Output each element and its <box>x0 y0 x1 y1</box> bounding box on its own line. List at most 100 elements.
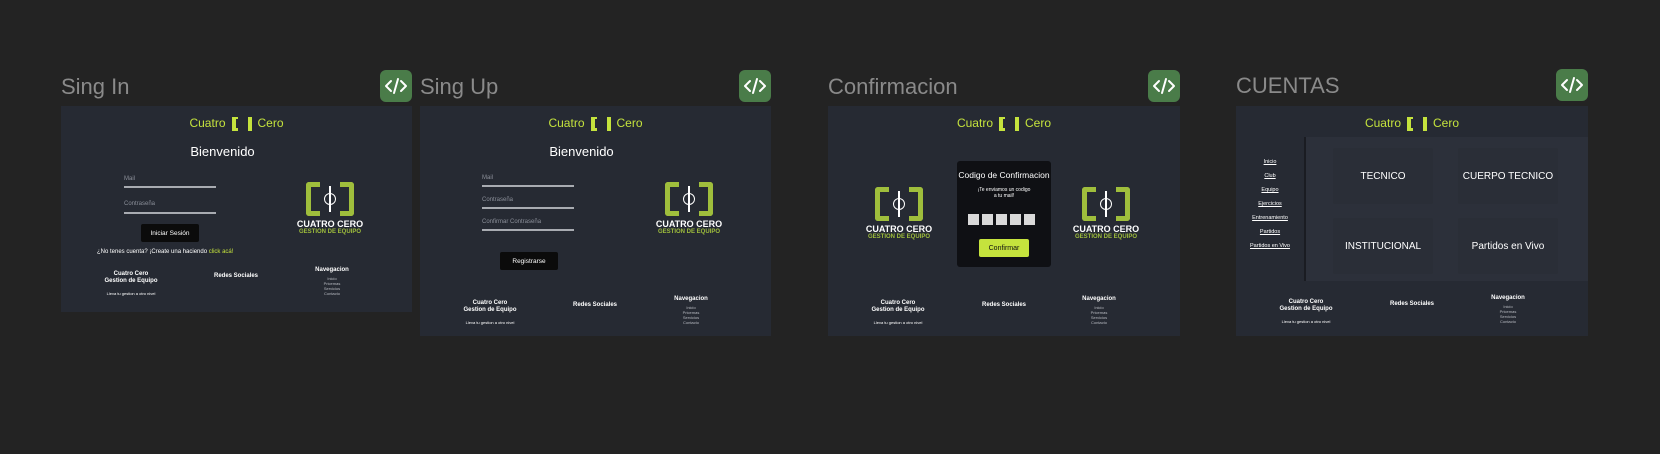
frame-sign-up: Sing Up Cuatro Cero Bienvenido Mail Contr… <box>420 70 771 336</box>
footer-brand: Cuatro Cero Gestion de Equipo <box>450 300 530 314</box>
brand-header: Cuatro Cero <box>61 116 412 131</box>
footer: Cuatro Cero Gestion de Equipo Lleva tu ge… <box>828 296 1180 336</box>
code-icon <box>1153 78 1175 94</box>
screen: Cuatro Cero Bienvenido Mail Contraseña Co… <box>420 106 771 336</box>
code-digit-input[interactable] <box>968 214 979 225</box>
sidebar-item-entrenamiento[interactable]: Entrenamiento <box>1236 215 1304 221</box>
footer-brand: Cuatro Cero Gestion de Equipo <box>91 271 171 285</box>
brand-left: Cuatro <box>1364 116 1401 130</box>
brackets-icon <box>1407 116 1427 131</box>
footer-brand-line2: Gestion de Equipo <box>871 307 925 313</box>
frame-title[interactable]: Sing In <box>61 74 130 100</box>
frame-confirmation: Confirmacion Cuatro Cero CUATRO CERO GEST… <box>828 70 1180 336</box>
brand-right: Cero <box>1025 116 1052 130</box>
mail-field[interactable] <box>124 186 216 188</box>
screen: Cuatro Cero Bienvenido Mail Contraseña In… <box>61 106 412 312</box>
footer-brand-line2: Gestion de Equipo <box>1279 306 1333 312</box>
modal-title: Codigo de Confirmacion <box>958 170 1050 180</box>
password-field[interactable] <box>124 212 216 214</box>
footer-nav-links: Inicio Pricemas Servicios Contacto <box>302 276 362 296</box>
sidebar-menu: Inicio Club Equipo Ejercicios Entrenamie… <box>1236 137 1306 281</box>
confirm-password-field[interactable] <box>482 229 574 231</box>
welcome-heading: Bienvenido <box>549 144 614 159</box>
footer-brand-line2: Gestion de Equipo <box>463 307 517 313</box>
code-digit-input[interactable] <box>982 214 993 225</box>
brand-header: Cuatro Cero <box>1236 116 1588 131</box>
code-digit-input[interactable] <box>1010 214 1021 225</box>
footer-social-title: Redes Sociales <box>572 302 618 308</box>
logo-subtitle: GESTION DE EQUIPO <box>1074 234 1137 240</box>
code-input-group <box>968 214 1035 225</box>
welcome-heading: Bienvenido <box>190 144 255 159</box>
account-card-cuerpo-tecnico[interactable]: CUERPO TECNICO <box>1458 148 1558 204</box>
footer-brand-line2: Gestion de Equipo <box>104 278 158 284</box>
screen: Cuatro Cero CUATRO CERO GESTION DE EQUIPO… <box>828 106 1180 336</box>
frame-sign-in: Sing In Cuatro Cero Bienvenido Mail Contr… <box>61 70 412 312</box>
footer-nav-title: Navegacion <box>315 267 349 273</box>
password-label: Contraseña <box>482 197 514 203</box>
sidebar-item-equipo[interactable]: Equipo <box>1236 187 1304 193</box>
code-button[interactable] <box>739 70 771 102</box>
hint-text: ¿No tenes cuenta? ¡Create una haciendo <box>97 249 208 255</box>
logo-title: CUATRO CERO <box>655 219 723 229</box>
cuatro-cero-logo: CUATRO CERO GESTION DE EQUIPO <box>1071 187 1141 240</box>
footer-nav-link[interactable]: Contacto <box>302 291 362 296</box>
confirm-button[interactable]: Confirmar <box>979 239 1029 257</box>
brand-left: Cuatro <box>548 116 585 130</box>
footer-tagline: Lleva tu gestion a otro nivel <box>1281 319 1331 324</box>
modal-subtitle: ¡Te enviamos un codigo a tu mail! <box>957 187 1051 199</box>
footer-nav-links: Inicio Pricemas Servicios Contacto <box>1069 305 1129 325</box>
footer-brand-line1: Cuatro Cero <box>113 271 149 277</box>
footer-nav-links: Inicio Pricemas Servicios Contacto <box>1478 304 1538 324</box>
sidebar-item-club[interactable]: Club <box>1236 173 1304 179</box>
signup-hint: ¿No tenes cuenta? ¡Create una haciendo c… <box>97 249 233 255</box>
confirmation-modal: Codigo de Confirmacion ¡Te enviamos un c… <box>957 161 1051 267</box>
footer-social-title: Redes Sociales <box>213 273 259 279</box>
code-button[interactable] <box>1148 70 1180 102</box>
footer-brand: Cuatro Cero Gestion de Equipo <box>1266 299 1346 313</box>
signup-link[interactable]: click acá! <box>209 249 234 255</box>
footer-nav-title: Navegacion <box>1491 295 1525 301</box>
brackets-icon <box>231 116 252 131</box>
footer-nav-link[interactable]: Contacto <box>661 320 721 325</box>
footer-social-title: Redes Sociales <box>981 302 1027 308</box>
code-digit-input[interactable] <box>1024 214 1035 225</box>
code-button[interactable] <box>380 70 412 102</box>
account-card-tecnico[interactable]: TECNICO <box>1333 148 1433 204</box>
logo-subtitle: GESTION DE EQUIPO <box>298 229 361 235</box>
brand-header: Cuatro Cero <box>420 116 771 131</box>
footer-nav-link[interactable]: Contacto <box>1069 320 1129 325</box>
brackets-icon <box>999 116 1019 131</box>
frame-title[interactable]: Confirmacion <box>828 74 958 100</box>
mail-label: Mail <box>482 175 494 181</box>
sidebar-item-inicio[interactable]: Inicio <box>1236 159 1304 165</box>
code-icon <box>1561 77 1583 93</box>
code-digit-input[interactable] <box>996 214 1007 225</box>
sidebar-item-ejercicios[interactable]: Ejercicios <box>1236 201 1304 207</box>
footer-brand-line1: Cuatro Cero <box>472 300 508 306</box>
frame-title[interactable]: Sing Up <box>420 74 498 100</box>
code-button[interactable] <box>1556 69 1588 101</box>
logo-mark <box>665 182 713 216</box>
footer-nav-link[interactable]: Contacto <box>1478 319 1538 324</box>
account-card-institucional[interactable]: INSTITUCIONAL <box>1333 218 1433 274</box>
frame-title[interactable]: CUENTAS <box>1236 73 1340 99</box>
logo-title: CUATRO CERO <box>1072 224 1140 234</box>
account-card-partidos-en-vivo[interactable]: Partidos en Vivo <box>1458 218 1558 274</box>
sidebar-item-partidos-en-vivo[interactable]: Partidos en Vivo <box>1236 243 1304 249</box>
mail-field[interactable] <box>482 185 574 187</box>
brackets-icon <box>590 116 611 131</box>
logo-subtitle: GESTION DE EQUIPO <box>867 234 930 240</box>
cuatro-cero-logo: CUATRO CERO GESTION DE EQUIPO <box>864 187 934 240</box>
register-button[interactable]: Registrarse <box>500 252 558 270</box>
sign-in-button[interactable]: Iniciar Sesión <box>141 224 199 242</box>
footer-tagline: Lleva tu gestion a otro nivel <box>465 320 515 325</box>
logo-mark <box>1082 187 1130 221</box>
frame-accounts: CUENTAS Cuatro Cero Inicio Club Equipo Ej… <box>1236 69 1588 336</box>
sidebar-item-partidos[interactable]: Partidos <box>1236 229 1304 235</box>
password-field[interactable] <box>482 207 574 209</box>
brand-left: Cuatro <box>956 116 993 130</box>
logo-subtitle: GESTION DE EQUIPO <box>657 229 720 235</box>
brand-right: Cero <box>257 116 284 130</box>
logo-title: CUATRO CERO <box>865 224 933 234</box>
